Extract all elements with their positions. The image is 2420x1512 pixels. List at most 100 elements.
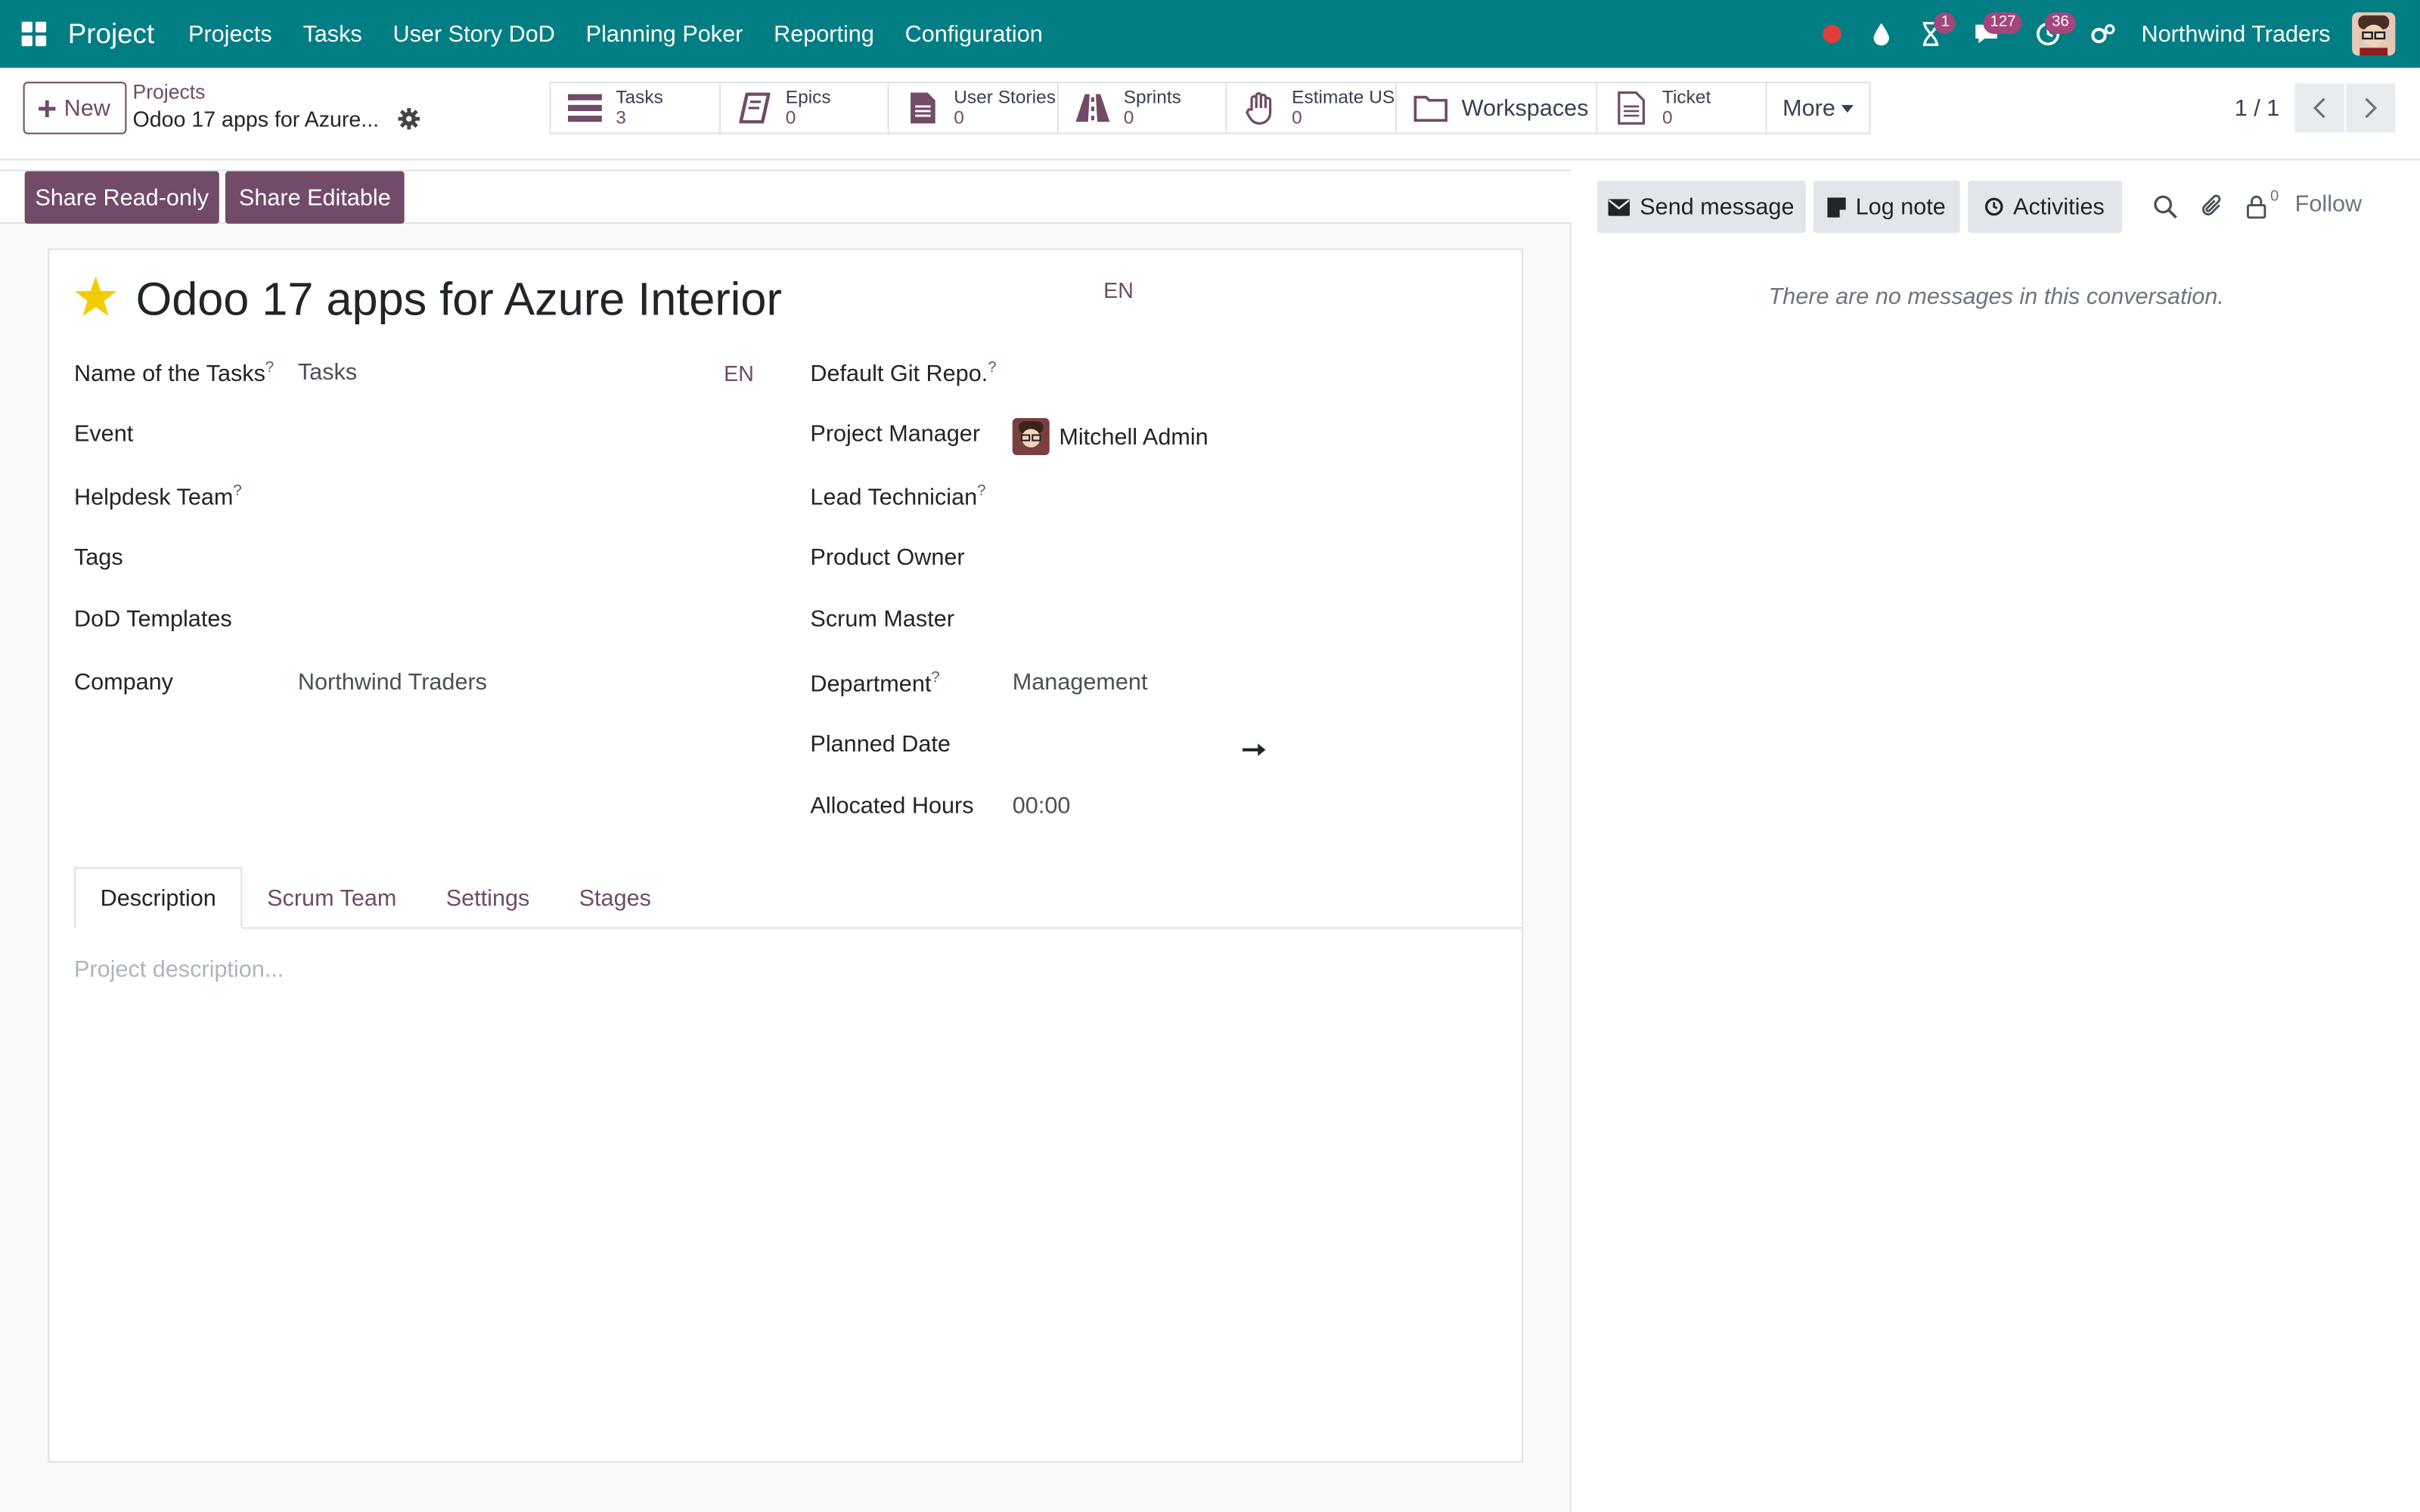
folder-icon (1412, 89, 1449, 126)
project-manager-field[interactable]: Mitchell Admin (1012, 418, 1208, 456)
help-tooltip-icon[interactable]: ? (988, 360, 996, 376)
allocated-hours-label: Allocated Hours (810, 792, 974, 820)
file-icon (1613, 89, 1650, 126)
pager-previous-button[interactable] (2294, 83, 2344, 133)
note-icon (1827, 197, 1847, 217)
app-brand[interactable]: Project (68, 17, 154, 50)
menu-user-story-dod[interactable]: User Story DoD (377, 0, 570, 68)
project-manager-name: Mitchell Admin (1059, 423, 1208, 450)
share-read-only-button[interactable]: Share Read-only (24, 171, 219, 224)
name-of-tasks-input[interactable]: Tasks (298, 360, 357, 386)
recording-dot-icon[interactable] (1808, 0, 1857, 68)
apps-menu-icon[interactable] (0, 0, 68, 68)
hourglass-icon[interactable]: 1 (1907, 0, 1956, 68)
no-messages-text: There are no messages in this conversati… (1768, 284, 2224, 311)
messages-icon[interactable]: 127 (1956, 0, 2022, 68)
clock-icon[interactable]: 36 (2018, 0, 2080, 68)
follower-count: 0 (2270, 187, 2279, 206)
sprints-smart-button[interactable]: Sprints 0 (1058, 83, 1227, 133)
send-message-label: Send message (1640, 194, 1795, 220)
chevron-right-icon (2365, 98, 2377, 119)
name-of-tasks-language-button[interactable]: EN (724, 361, 754, 386)
road-icon (1074, 89, 1111, 126)
paperclip-icon[interactable] (2198, 191, 2229, 222)
gear-icon[interactable] (398, 107, 420, 138)
menu-configuration[interactable]: Configuration (889, 0, 1058, 68)
help-tooltip-icon[interactable]: ? (977, 483, 985, 500)
breadcrumb-projects[interactable]: Projects (133, 80, 380, 105)
help-tooltip-icon[interactable]: ? (265, 360, 274, 376)
event-label: Event (73, 421, 134, 448)
company-field[interactable]: Northwind Traders (298, 670, 487, 696)
workspaces-label: Workspaces (1461, 94, 1589, 122)
favorite-star-icon[interactable] (74, 276, 117, 325)
tasks-smart-button[interactable]: Tasks 3 (551, 83, 721, 133)
epics-smart-button[interactable]: Epics 0 (721, 83, 889, 133)
activities-button[interactable]: Activities (1968, 180, 2123, 234)
user-avatar[interactable] (2352, 12, 2396, 56)
allocated-hours-field[interactable]: 00:00 (1013, 793, 1071, 820)
tab-stages[interactable]: Stages (554, 867, 676, 929)
pager-value[interactable]: 1 / 1 (2235, 95, 2280, 122)
chevron-left-icon (2313, 98, 2325, 119)
settings-gears-icon[interactable] (2080, 0, 2129, 68)
avatar (1012, 418, 1050, 456)
tasks-label: Tasks (616, 86, 663, 108)
scrum-master-label: Scrum Master (810, 606, 954, 633)
log-note-button[interactable]: Log note (1813, 180, 1960, 234)
plus-icon (39, 99, 57, 117)
clock-badge: 36 (2045, 12, 2075, 34)
hand-icon (1243, 89, 1280, 126)
new-button-label: New (64, 94, 110, 122)
product-owner-label: Product Owner (810, 544, 965, 572)
tab-scrum-team[interactable]: Scrum Team (242, 867, 421, 929)
department-field[interactable]: Management (1013, 670, 1148, 696)
breadcrumb: Projects Odoo 17 apps for Azure... (133, 80, 380, 134)
description-editor[interactable]: Project description... (74, 956, 284, 983)
tags-label: Tags (73, 544, 123, 572)
sprints-count: 0 (1123, 106, 1134, 129)
user-stories-count: 0 (954, 106, 964, 129)
tab-description[interactable]: Description (73, 866, 243, 929)
estimate-us-label: Estimate US (1292, 86, 1395, 108)
send-message-button[interactable]: Send message (1597, 180, 1806, 234)
user-stories-label: User Stories (954, 86, 1056, 108)
department-label: Department? (810, 669, 940, 698)
form-statusbar: Share Read-only Share Editable (0, 169, 1571, 224)
menu-planning-poker[interactable]: Planning Poker (570, 0, 758, 68)
tab-settings[interactable]: Settings (421, 867, 554, 929)
follow-button[interactable]: Follow (2295, 191, 2362, 218)
menu-projects[interactable]: Projects (173, 0, 287, 68)
project-manager-label: Project Manager (810, 421, 981, 448)
form-view: Share Read-only Share Editable Odoo 17 a… (0, 169, 1571, 1512)
lead-technician-label: Lead Technician? (810, 482, 986, 511)
menu-reporting[interactable]: Reporting (759, 0, 890, 68)
more-smart-buttons-dropdown[interactable]: More (1767, 83, 1871, 133)
ticket-smart-button[interactable]: Ticket 0 (1597, 83, 1767, 133)
book-icon (736, 89, 773, 126)
help-tooltip-icon[interactable]: ? (931, 670, 939, 686)
workspaces-smart-button[interactable]: Workspaces (1396, 83, 1598, 133)
drop-icon[interactable] (1857, 0, 1907, 68)
ticket-label: Ticket (1661, 86, 1711, 108)
lock-icon[interactable] (2241, 191, 2272, 222)
project-name-field[interactable]: Odoo 17 apps for Azure Interior (136, 274, 782, 327)
help-tooltip-icon[interactable]: ? (233, 483, 241, 500)
form-sheet: Odoo 17 apps for Azure Interior EN Name … (48, 248, 1524, 1463)
arrow-right-icon (1242, 738, 1267, 766)
estimate-us-smart-button[interactable]: Estimate US 0 (1227, 83, 1397, 133)
pager-next-button[interactable] (2346, 83, 2396, 133)
user-stories-smart-button[interactable]: User Stories 0 (889, 83, 1059, 133)
messages-badge: 127 (1984, 12, 2022, 34)
planned-date-label: Planned Date (810, 731, 951, 758)
name-of-tasks-label: Name of the Tasks? (73, 359, 275, 388)
more-label: More (1782, 94, 1835, 122)
company-switcher[interactable]: Northwind Traders (2129, 21, 2352, 48)
menu-tasks[interactable]: Tasks (287, 0, 377, 68)
title-language-button[interactable]: EN (1103, 277, 1134, 302)
share-editable-button[interactable]: Share Editable (225, 171, 405, 224)
search-icon[interactable] (2150, 191, 2181, 222)
new-button[interactable]: New (23, 82, 127, 135)
ticket-count: 0 (1661, 106, 1673, 129)
helpdesk-team-label: Helpdesk Team? (73, 482, 242, 511)
